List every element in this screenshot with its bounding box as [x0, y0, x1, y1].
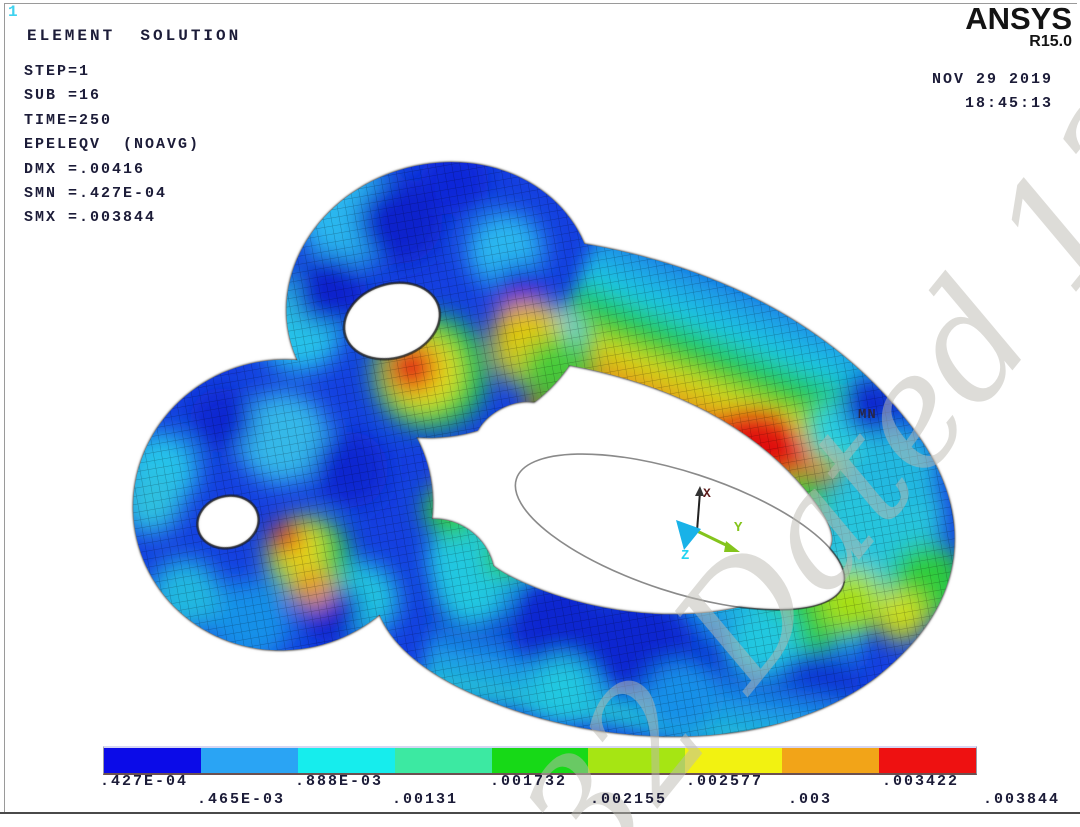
legend-color-3 [298, 748, 395, 773]
legend-color-5 [492, 748, 589, 773]
min-location-marker: MN [858, 407, 877, 423]
analysis-dmx: DMX =.00416 [24, 158, 200, 182]
legend-label-8: .003 [788, 791, 832, 808]
legend-color-4 [395, 748, 492, 773]
legend-label-9: .003422 [882, 773, 959, 790]
plot-date: NOV 29 2019 [932, 68, 1053, 92]
y-axis-label: Y [734, 520, 743, 536]
date-time-block: NOV 29 2019 18:45:13 [932, 68, 1053, 116]
legend-color-6 [588, 748, 685, 773]
ansys-logo: ANSYS R15.0 [965, 4, 1072, 49]
legend-label-5: .001732 [490, 773, 567, 790]
ansys-version: R15.0 [965, 34, 1072, 49]
plot-number: 1 [8, 3, 18, 21]
ansys-logo-text: ANSYS [965, 4, 1072, 34]
legend-color-1 [104, 748, 201, 773]
plot-time: 18:45:13 [932, 92, 1053, 116]
legend-label-4: .00131 [392, 791, 458, 808]
analysis-result-item: EPELEQV (NOAVG) [24, 133, 200, 157]
analysis-step: STEP=1 [24, 60, 200, 84]
analysis-info-block: STEP=1 SUB =16 TIME=250 EPELEQV (NOAVG) … [24, 60, 200, 231]
legend-color-8 [782, 748, 879, 773]
analysis-smx: SMX =.003844 [24, 206, 200, 230]
analysis-substep: SUB =16 [24, 84, 200, 108]
legend-label-min: .427E-04 [100, 773, 188, 790]
z-axis-label: Z [681, 548, 689, 564]
x-axis-label: X [703, 486, 711, 501]
legend-label-6: .002155 [590, 791, 667, 808]
ansys-graphics-window: 1 ELEMENT SOLUTION STEP=1 SUB =16 TIME=2… [0, 0, 1080, 827]
legend-label-max: .003844 [983, 791, 1060, 808]
window-border-left [4, 3, 5, 813]
window-border-bottom [0, 812, 1080, 814]
legend-color-2 [201, 748, 298, 773]
page-title: ELEMENT SOLUTION [27, 27, 241, 45]
legend-label-2: .465E-03 [197, 791, 285, 808]
analysis-time: TIME=250 [24, 109, 200, 133]
legend-label-3: .888E-03 [295, 773, 383, 790]
contour-legend-bar [103, 746, 977, 775]
legend-label-7: .002577 [686, 773, 763, 790]
legend-color-7 [685, 748, 782, 773]
window-border-top [4, 3, 1077, 4]
legend-color-9 [879, 748, 976, 773]
analysis-smn: SMN =.427E-04 [24, 182, 200, 206]
